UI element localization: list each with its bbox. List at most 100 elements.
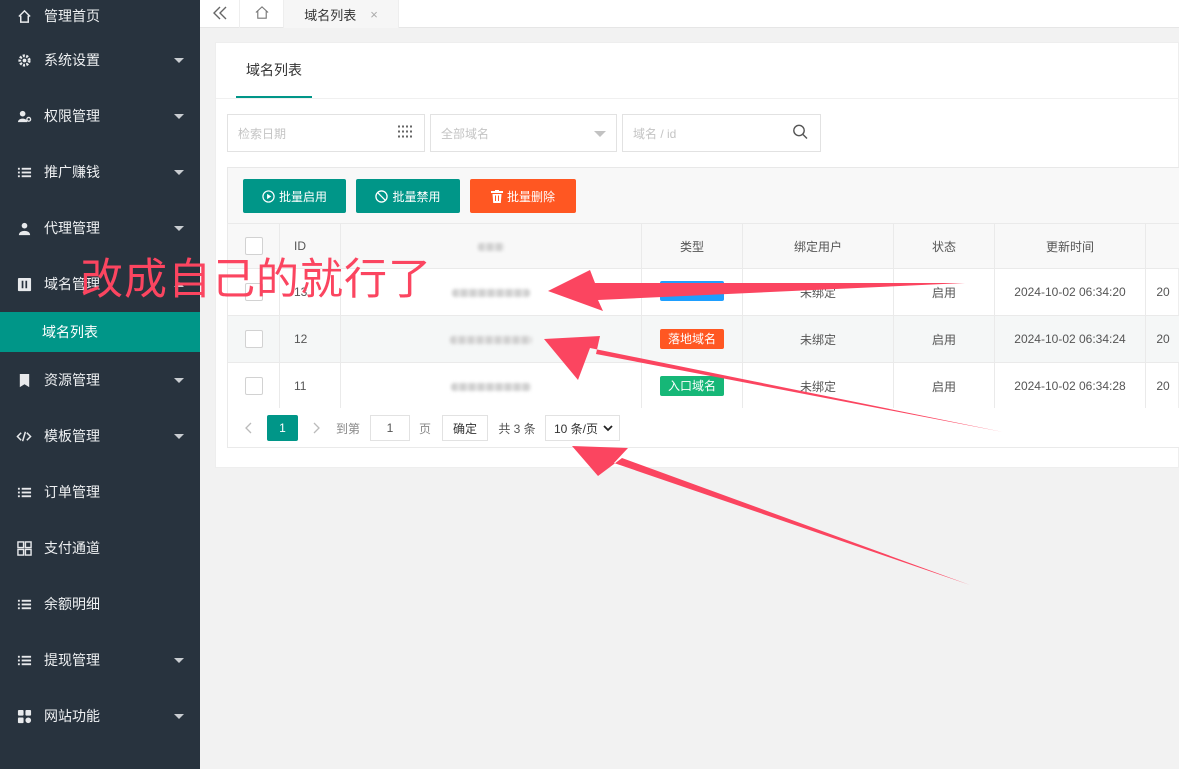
select-all-checkbox[interactable] — [244, 237, 263, 255]
page-1-button[interactable]: 1 — [267, 415, 298, 441]
chevron-down-icon — [594, 131, 606, 137]
row-checkbox[interactable] — [244, 377, 263, 395]
search-input[interactable]: 域名 / id — [622, 114, 821, 152]
type-badge: 入口域名 — [659, 376, 724, 396]
cell-domain — [340, 268, 642, 316]
grid-icon — [16, 540, 32, 556]
sidebar-item-domains[interactable]: 域名管理 — [0, 256, 200, 312]
divider — [216, 98, 1179, 99]
chevron-down-icon — [174, 714, 184, 719]
cell-domain — [340, 315, 642, 363]
sidebar-item-label: 推广赚钱 — [44, 164, 100, 180]
col-type: 类型 — [641, 223, 743, 269]
sidebar-item-system-settings[interactable]: 系统设置 — [0, 32, 200, 88]
domain-icon — [16, 276, 32, 292]
sidebar-item-resources[interactable]: 资源管理 — [0, 352, 200, 408]
list-icon — [16, 484, 32, 500]
sidebar: 管理首页 系统设置 权限管理 推广赚钱 代理管理 域名管理 域名列表 资源管理 … — [0, 0, 200, 769]
sidebar-item-orders[interactable]: 订单管理 — [0, 464, 200, 520]
sidebar-item-label: 网站功能 — [44, 708, 100, 724]
chevron-up-icon — [174, 282, 184, 287]
batch-disable-button[interactable]: 批量禁用 — [356, 179, 460, 213]
cell-updated: 2024-10-02 06:34:28 — [994, 362, 1146, 410]
chevron-down-icon — [174, 658, 184, 663]
button-label: 批量禁用 — [392, 189, 441, 204]
col-user: 绑定用户 — [742, 223, 894, 269]
tab-domain-list-panel[interactable]: 域名列表 — [236, 43, 312, 98]
cell-id: 11 — [279, 362, 341, 410]
col-id: ID — [279, 223, 341, 269]
sidebar-item-label: 订单管理 — [44, 484, 100, 500]
cell-status[interactable]: 启用 — [893, 268, 995, 316]
tab-home[interactable] — [240, 0, 284, 28]
sidebar-item-withdrawals[interactable]: 提现管理 — [0, 632, 200, 688]
sidebar-item-label: 域名管理 — [44, 276, 100, 292]
date-search-input[interactable]: 检索日期 — [227, 114, 425, 152]
play-circle-icon — [262, 189, 275, 203]
page-size-value: 10 条/页 — [554, 421, 599, 436]
next-page-button[interactable] — [307, 415, 327, 441]
cell-updated: 2024-10-02 06:34:24 — [994, 315, 1146, 363]
ban-icon — [375, 189, 389, 203]
table-header-row: ID 类型 绑定用户 状态 更新时间 — [227, 223, 1179, 269]
cell-status[interactable]: 启用 — [893, 362, 995, 410]
button-label: 批量启用 — [278, 189, 327, 204]
col-extra — [1145, 223, 1179, 269]
table-row[interactable]: 13 未绑定 启用 2024-10-02 06:34:20 20 — [227, 268, 1179, 316]
chevron-down-icon — [174, 226, 184, 231]
goto-label: 到第 — [335, 421, 360, 436]
cell-updated: 2024-10-02 06:34:20 — [994, 268, 1146, 316]
blurred-domain — [452, 288, 530, 297]
cell-status[interactable]: 启用 — [893, 315, 995, 363]
sidebar-item-agents[interactable]: 代理管理 — [0, 200, 200, 256]
chevron-down-icon — [174, 114, 184, 119]
sidebar-item-payment-channels[interactable]: 支付通道 — [0, 520, 200, 576]
row-select-cell — [227, 315, 280, 363]
tab-domain-list[interactable]: 域名列表 × — [284, 0, 399, 28]
goto-page-input[interactable]: 1 — [370, 415, 410, 441]
row-checkbox[interactable] — [244, 283, 263, 301]
total-count: 共 3 条 — [498, 421, 536, 436]
col-updated: 更新时间 — [994, 223, 1146, 269]
sidebar-item-balance[interactable]: 余额明细 — [0, 576, 200, 632]
chevron-down-icon — [174, 170, 184, 175]
page-size-select[interactable]: 10 条/页 — [545, 415, 620, 441]
sidebar-item-home[interactable]: 管理首页 — [0, 0, 200, 32]
sidebar-item-promotion[interactable]: 推广赚钱 — [0, 144, 200, 200]
cell-type: 落地域名 — [641, 315, 743, 363]
resource-icon — [16, 372, 32, 388]
home-icon — [16, 8, 32, 24]
row-checkbox[interactable] — [244, 330, 263, 348]
tab-bar: 域名列表 × — [200, 0, 1179, 28]
table-row[interactable]: 12 落地域名 未绑定 启用 2024-10-02 06:34:24 20 — [227, 315, 1179, 363]
cell-domain — [340, 362, 642, 410]
cell-user: 未绑定 — [742, 315, 894, 363]
sidebar-item-label: 余额明细 — [44, 596, 100, 612]
chevron-left-icon — [245, 422, 252, 434]
collapse-sidebar-button[interactable] — [200, 0, 240, 28]
close-icon[interactable]: × — [370, 7, 378, 22]
sidebar-item-label: 代理管理 — [44, 220, 100, 236]
col-status: 状态 — [893, 223, 995, 269]
page-label: 页 — [418, 421, 431, 436]
prev-page-button[interactable] — [238, 415, 258, 441]
cell-type: 入口域名 — [641, 362, 743, 410]
select-all-cell — [227, 223, 280, 269]
home-icon — [254, 5, 270, 23]
chevron-down-icon — [174, 378, 184, 383]
sidebar-item-permissions[interactable]: 权限管理 — [0, 88, 200, 144]
table-row[interactable]: 11 入口域名 未绑定 启用 2024-10-02 06:34:28 20 — [227, 362, 1179, 410]
chevron-down-icon — [174, 434, 184, 439]
sidebar-item-site-features[interactable]: 网站功能 — [0, 688, 200, 744]
batch-delete-button[interactable]: 批量删除 — [470, 179, 576, 213]
batch-enable-button[interactable]: 批量启用 — [243, 179, 346, 213]
table-toolbar: 批量启用 批量禁用 批量删除 — [227, 167, 1179, 223]
domain-type-select[interactable]: 全部域名 — [430, 114, 617, 152]
sidebar-item-templates[interactable]: 模板管理 — [0, 408, 200, 464]
domain-list-card: 域名列表 检索日期 全部域名 域名 / id 批量启用 批量禁用 批量删除 ID… — [215, 42, 1179, 468]
chevron-down-icon — [174, 58, 184, 63]
sidebar-subitem-domain-list[interactable]: 域名列表 — [0, 312, 200, 352]
goto-confirm-button[interactable]: 确定 — [442, 415, 488, 441]
search-icon[interactable] — [792, 124, 808, 143]
col-domain — [340, 223, 642, 269]
